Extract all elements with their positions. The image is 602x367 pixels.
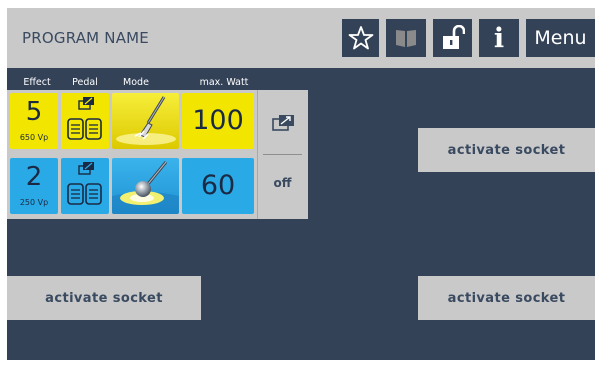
swap-button[interactable]: [269, 112, 297, 134]
mode-button-2[interactable]: [112, 158, 179, 214]
activate-socket-button-left-bottom[interactable]: activate socket: [7, 276, 201, 320]
device-screen: PROGRAM NAME i Menu Effect Pedal Mode ma…: [7, 8, 595, 360]
cutting-blade-icon: [112, 93, 179, 149]
unlock-button[interactable]: [433, 19, 472, 57]
channel-side-controls: off: [257, 90, 308, 219]
effect-value: 5: [25, 97, 43, 127]
effect-button-1[interactable]: 5 650 Vp: [10, 93, 58, 149]
favorite-button[interactable]: [342, 19, 379, 57]
column-header-mode: Mode: [123, 77, 149, 88]
activate-socket-button-right-top[interactable]: activate socket: [418, 128, 595, 172]
column-header-max-watt: max. Watt: [199, 77, 249, 88]
voltage-value: 250 Vp: [19, 198, 49, 207]
swap-icon: [272, 115, 294, 131]
divider: [263, 154, 302, 155]
menu-button[interactable]: Menu: [526, 19, 595, 57]
watt-value: 100: [192, 105, 244, 136]
pedal-assign-icon: [67, 162, 102, 205]
effect-value: 2: [25, 162, 43, 192]
column-header-pedal: Pedal: [72, 77, 98, 88]
manual-button[interactable]: [386, 19, 426, 57]
pedal-button-2[interactable]: [61, 158, 109, 214]
channel-panel: 5 650 Vp 100 2 250 Vp 60 off: [7, 90, 308, 219]
watt-value: 60: [200, 170, 236, 201]
info-button[interactable]: i: [479, 19, 519, 57]
voltage-value: 650 Vp: [19, 133, 49, 142]
book-icon: [396, 30, 416, 47]
activate-socket-button-right-bottom[interactable]: activate socket: [418, 276, 595, 320]
ball-electrode-icon: [112, 158, 179, 214]
program-name: PROGRAM NAME: [22, 29, 149, 47]
star-icon: [348, 26, 373, 50]
watt-button-1[interactable]: 100: [182, 93, 254, 149]
mode-button-1[interactable]: [112, 93, 179, 149]
info-icon: i: [493, 22, 505, 54]
off-button[interactable]: off: [257, 176, 308, 190]
watt-button-2[interactable]: 60: [182, 158, 254, 214]
pedal-assign-icon: [67, 97, 102, 140]
unlock-icon: [442, 25, 465, 49]
effect-button-2[interactable]: 2 250 Vp: [10, 158, 58, 214]
top-bar: PROGRAM NAME i Menu: [7, 8, 595, 68]
column-header-effect: Effect: [23, 77, 51, 88]
divider: [257, 90, 258, 219]
pedal-button-1[interactable]: [61, 93, 109, 149]
